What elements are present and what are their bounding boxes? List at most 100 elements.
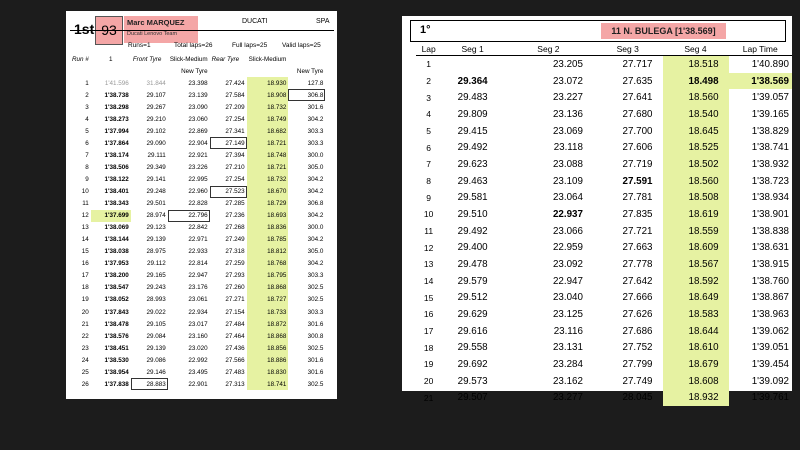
right-header-cell: Seg 4: [662, 42, 729, 56]
table-cell: 29.492: [457, 142, 488, 154]
table-cell: 18.583: [662, 306, 729, 323]
table-cell: 300.0: [307, 151, 324, 159]
table-row: 1 1'41.596 31.844 23.398 27.424 18.930 127.8: [70, 77, 325, 90]
table-cell: 29.139: [146, 236, 166, 244]
table-cell: 27.719: [622, 158, 653, 170]
table-cell: 23.066: [552, 225, 583, 237]
table-row: 9 29.581 23.064 27.781 18.508 1'38.934: [416, 189, 792, 207]
table-cell: 1'38.934: [751, 192, 789, 204]
table-cell: 27.686: [622, 325, 653, 337]
table-cell: 22.995: [188, 175, 208, 183]
table-cell: 27.799: [622, 358, 653, 370]
table-cell: 22.934: [188, 308, 208, 316]
table-cell: 28.045: [622, 392, 653, 404]
table-row: 18 29.558 23.131 27.752 18.610 1'39.051: [416, 339, 792, 357]
table-cell: 27.149: [209, 137, 247, 150]
table-cell: 18.608: [662, 372, 729, 390]
table-cell: 27.209: [225, 103, 245, 111]
table-cell: 29.084: [146, 332, 166, 340]
table-cell: 1'38.174: [104, 151, 129, 159]
table-cell: 27.666: [622, 292, 653, 304]
table-cell: 13: [423, 259, 434, 270]
table-cell: 25: [81, 368, 89, 376]
table-cell: 1'38.738: [104, 91, 129, 99]
table-cell: 29.463: [457, 175, 488, 187]
right-header-cell: Lap Time: [728, 42, 792, 56]
table-cell: 23.069: [552, 125, 583, 137]
table-cell: 27.752: [622, 342, 653, 354]
table-cell: 1'37.994: [104, 127, 129, 135]
table-cell: 301.6: [307, 368, 324, 376]
table-cell: 4: [426, 109, 432, 120]
table-cell: 306.8: [288, 89, 326, 102]
table-row: 11 29.492 23.066 27.721 18.559 1'38.838: [416, 222, 792, 240]
table-row: 17 29.616 23.116 27.686 18.644 1'39.062: [416, 322, 792, 340]
table-cell: 1'38.273: [104, 115, 129, 123]
table-row: 5 1'37.994 29.102 22.869 27.341 18.682 303.3: [70, 125, 325, 138]
table-cell: 5: [426, 126, 432, 137]
table-row: 25 1'38.954 29.146 23.495 27.483 18.830 301.6: [70, 366, 325, 379]
table-cell: 29.581: [457, 192, 488, 204]
table-cell: 29.400: [457, 242, 488, 254]
table-cell: 29.629: [457, 308, 488, 320]
table-cell: 23.109: [552, 175, 583, 187]
table-cell: 18.679: [662, 356, 729, 373]
table-cell: 18.502: [662, 156, 729, 173]
table-cell: 18.693: [246, 209, 289, 222]
table-cell: 1'38.451: [104, 344, 129, 352]
table-cell: 10: [423, 209, 434, 220]
table-cell: 18.856: [246, 342, 289, 355]
table-row: 20 29.573 23.162 27.749 18.608 1'39.092: [416, 372, 792, 390]
left-subheader-cell: New Tyre: [181, 67, 208, 75]
table-cell: 18.741: [246, 378, 289, 391]
left-subheader-cell: [91, 65, 131, 77]
table-cell: 19: [81, 296, 89, 304]
table-cell: 23.139: [188, 91, 208, 99]
table-cell: 23.125: [552, 308, 583, 320]
table-cell: 29.692: [457, 358, 488, 370]
table-cell: 29.123: [146, 224, 166, 232]
right-header-cell: Lap: [416, 42, 442, 56]
table-cell: 1'38.069: [104, 224, 129, 232]
position-label: 1st: [74, 21, 95, 37]
table-row: 4 1'38.273 29.210 23.060 27.254 18.749 304.2: [70, 113, 325, 126]
table-cell: 302.5: [307, 296, 324, 304]
table-cell: 23.017: [188, 320, 208, 328]
runs-count: Runs=1: [128, 42, 151, 49]
table-cell: 22.971: [188, 236, 208, 244]
table-cell: 4: [85, 115, 89, 123]
table-row: 3 1'38.298 29.267 23.090 27.209 18.732 301.6: [70, 101, 325, 114]
table-cell: 11: [424, 226, 434, 237]
table-cell: 10: [81, 188, 89, 196]
left-subheader-cell: [247, 65, 289, 77]
table-row: 11 1'38.343 29.501 22.828 27.285 18.729 306.8: [70, 197, 325, 210]
table-cell: 14: [81, 236, 89, 244]
table-row: 1 23.205 27.717 18.518 1'40.890: [416, 55, 792, 73]
table-cell: 29.623: [457, 158, 488, 170]
table-cell: 23.092: [552, 258, 583, 270]
table-cell: 18.930: [246, 77, 289, 90]
table-cell: 1'39.165: [751, 108, 789, 120]
table-cell: 1'38.478: [104, 320, 129, 328]
table-cell: 20: [423, 376, 434, 387]
left-header-cell: Slick-Medium: [248, 55, 287, 63]
table-row: 21 29.507 23.277 28.045 18.932 1'39.761: [416, 389, 792, 407]
table-cell: 22.796: [167, 209, 210, 222]
table-row: 10 29.510 22.937 27.835 18.619 1'38.901: [416, 206, 792, 223]
table-cell: 23.205: [552, 58, 583, 70]
table-cell: 27.641: [622, 92, 653, 104]
table-row: 15 29.512 23.040 27.666 18.649 1'38.867: [416, 289, 792, 307]
table-row: 9 1'38.122 29.141 22.995 27.254 18.732 304.2: [70, 173, 325, 186]
table-cell: 13: [81, 224, 89, 232]
table-cell: 23.398: [188, 79, 208, 87]
table-cell: 26: [81, 380, 89, 388]
table-row: 2 29.364 23.072 27.635 18.498 1'38.569: [416, 72, 792, 90]
table-cell: 23.227: [552, 92, 583, 104]
table-row: 4 29.809 23.136 27.680 18.540 1'39.165: [416, 106, 792, 123]
left-header-cell: Front Tyre: [132, 55, 162, 63]
table-cell: 8: [426, 176, 432, 187]
country: SPA: [316, 18, 330, 25]
table-cell: 21: [81, 320, 89, 328]
table-cell: 27.236: [225, 212, 245, 220]
table-cell: 27.394: [225, 151, 245, 159]
